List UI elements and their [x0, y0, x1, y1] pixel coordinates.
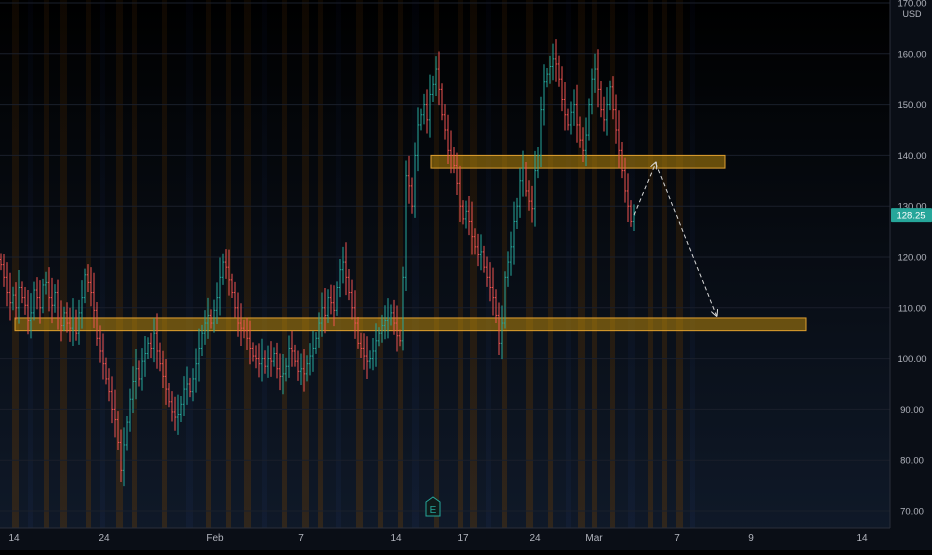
session-band: [662, 0, 667, 528]
session-band: [86, 0, 91, 528]
session-band: [282, 0, 287, 528]
session-band: [398, 0, 403, 528]
time-tick-label: 14: [390, 533, 402, 544]
price-tick-label: 150.00: [897, 100, 926, 111]
session-band: [162, 0, 167, 528]
price-tick-label: 100.00: [897, 354, 926, 365]
session-band: [28, 0, 33, 528]
price-tick-label: 120.00: [897, 253, 926, 264]
session-band: [676, 0, 683, 528]
session-band: [302, 0, 309, 528]
session-band: [566, 0, 571, 528]
price-tick-label: 140.00: [897, 151, 926, 162]
chart-root: E 70.00 80.00 90.00 100.00 110.00 120.00 130.0…: [0, 0, 932, 550]
session-band: [412, 0, 419, 528]
time-tick-label: Mar: [585, 533, 603, 544]
session-band: [262, 0, 267, 528]
chart-background: [0, 0, 932, 550]
session-band: [628, 0, 635, 528]
price-badge-label: 128.25: [896, 211, 925, 222]
time-tick-label: 17: [457, 533, 469, 544]
price-axis[interactable]: 70.0080.0090.00100.00110.00120.00130.001…: [889, 0, 932, 528]
session-band: [648, 0, 653, 528]
resistance-zone[interactable]: [430, 154, 726, 169]
price-axis-background: [890, 0, 932, 528]
session-band: [458, 0, 463, 528]
session-band: [12, 0, 19, 528]
price-tick-label: 80.00: [900, 456, 924, 467]
session-band: [206, 0, 211, 528]
time-tick-label: 14: [8, 533, 20, 544]
session-band: [378, 0, 383, 528]
price-tick-label: 70.00: [900, 507, 924, 518]
time-tick-label: 14: [856, 533, 868, 544]
price-tick-label: 160.00: [897, 49, 926, 60]
price-badge: 128.25: [891, 208, 932, 223]
session-band: [244, 0, 251, 528]
price-chart[interactable]: E 70.0080.0090.00100.00110.00120.00130.0…: [0, 0, 932, 550]
session-band: [100, 0, 105, 528]
session-band: [132, 0, 137, 528]
earnings-label: E: [430, 505, 437, 516]
session-band: [470, 0, 477, 528]
session-band: [502, 0, 507, 528]
time-tick-label: Feb: [206, 533, 224, 544]
time-axis[interactable]: 14 24 Feb 7 14 17 24 Mar 7 9 14: [0, 527, 932, 550]
time-tick-label: 7: [674, 533, 680, 544]
time-tick-label: 9: [748, 533, 754, 544]
price-tick-label: 90.00: [900, 405, 924, 416]
session-band: [318, 0, 323, 528]
time-tick-label: 24: [98, 533, 110, 544]
price-tick-label: 110.00: [898, 303, 926, 314]
session-band: [526, 0, 533, 528]
session-band: [356, 0, 363, 528]
session-band: [578, 0, 585, 528]
session-band: [116, 0, 123, 528]
support-zone[interactable]: [14, 317, 807, 332]
currency-label: USD: [902, 9, 922, 19]
session-band: [60, 0, 67, 528]
time-tick-label: 7: [298, 533, 304, 544]
session-band: [44, 0, 49, 528]
session-band: [690, 0, 695, 528]
time-tick-label: 24: [529, 533, 541, 544]
session-band: [186, 0, 193, 528]
